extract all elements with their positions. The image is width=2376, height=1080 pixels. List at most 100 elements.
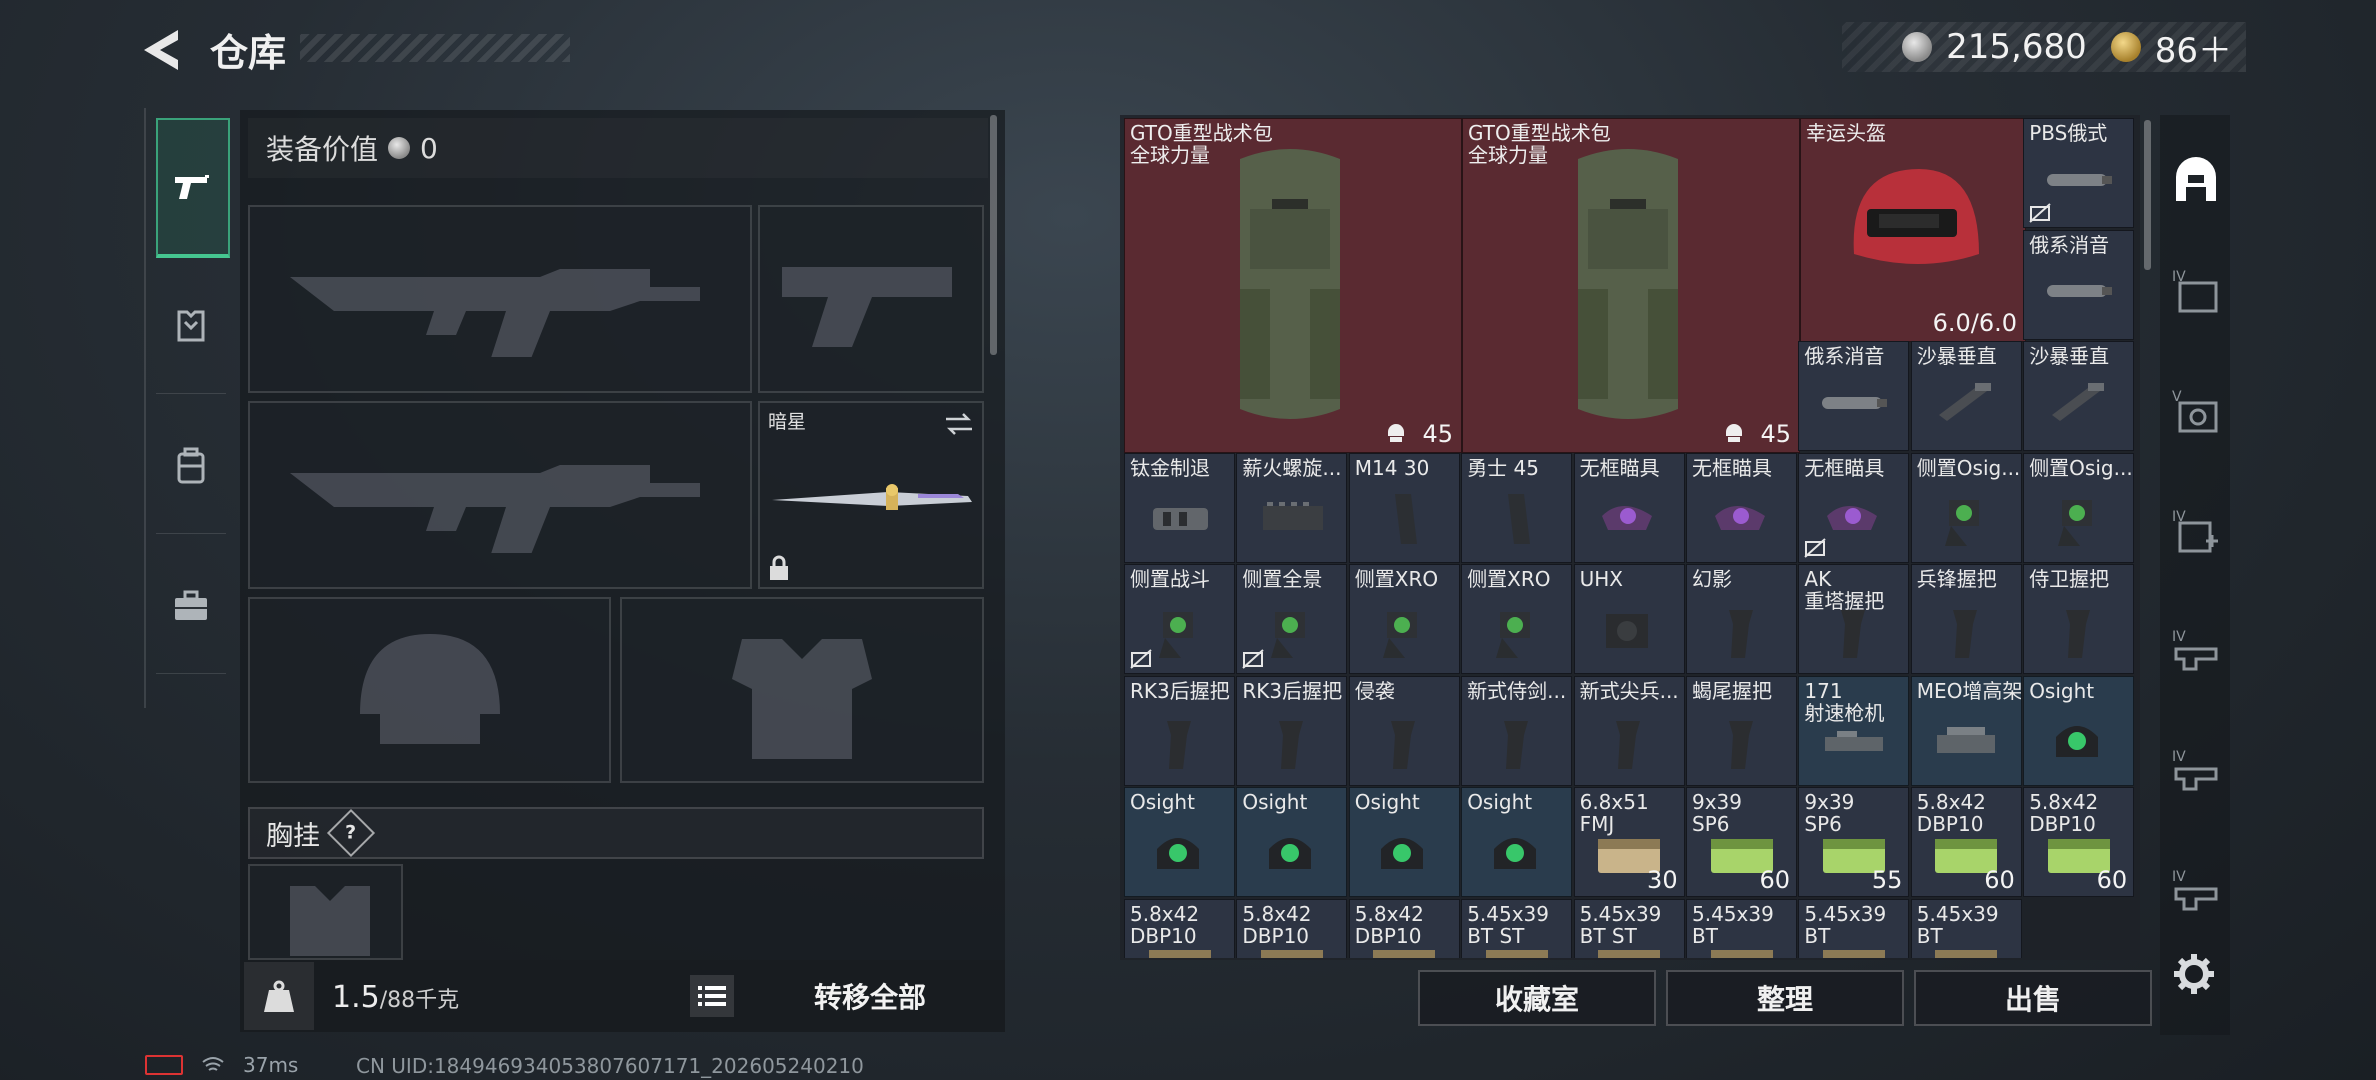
grid-item[interactable]: Osight (1236, 787, 1348, 897)
storage-page-4-icon[interactable]: IV (2170, 625, 2222, 677)
settings-gear-icon[interactable] (2172, 952, 2216, 996)
grid-item[interactable]: 5.45x39 BT ST (1573, 898, 1685, 958)
grid-item[interactable]: 俄系消音 (2023, 229, 2135, 340)
grid-item[interactable]: 侍卫握把 (2023, 564, 2135, 674)
chest-rig-header: 胸挂 ? (248, 807, 984, 859)
grid-item[interactable]: 5.45x39 BT (1686, 898, 1797, 958)
gold-amount[interactable]: 86＋ (2155, 23, 2232, 72)
grid-item[interactable]: 侧置XRO (1461, 564, 1573, 674)
grid-item[interactable]: 5.45x39 BT ST (1461, 898, 1573, 958)
big-item-backpack-2[interactable]: GTO重型战术包 全球力量 45 (1462, 118, 1800, 453)
storage-page-1-icon[interactable]: IV (2170, 265, 2222, 317)
grid-item[interactable]: 勇士 45 (1461, 452, 1573, 563)
grid-item[interactable]: 5.8x42 DBP10 (1124, 898, 1235, 958)
grid-item[interactable]: 侵袭 (1348, 675, 1460, 786)
grid-item[interactable]: 171 射速枪机 (1798, 675, 1910, 786)
grid-item[interactable]: 侧置Osig... (2023, 452, 2135, 563)
armor-slot[interactable] (620, 597, 984, 783)
item-name: 钛金制退 (1130, 455, 1210, 480)
grid-item[interactable]: 9x39 SP6 55 (1798, 787, 1910, 897)
grid-item[interactable]: 无框瞄具 (1573, 452, 1685, 563)
item-name: PBS俄式 (2029, 121, 2108, 145)
secondary-weapon-slot[interactable] (248, 401, 752, 589)
item-name: 侧置Osig... (2029, 455, 2133, 480)
sort-button[interactable]: 整理 (1666, 970, 1904, 1026)
tab-case[interactable] (156, 538, 226, 674)
grid-item[interactable]: UHX (1573, 564, 1685, 674)
grid-item[interactable]: 新式侍剑... (1461, 675, 1573, 786)
ping-value: 37ms (243, 1053, 299, 1077)
melee-slot[interactable]: 暗星 (758, 401, 984, 589)
back-button[interactable] (140, 28, 190, 72)
grid-item[interactable]: PBS俄式 (2023, 118, 2135, 228)
pistol-slot[interactable] (758, 205, 984, 393)
sell-button[interactable]: 出售 (1914, 970, 2152, 1026)
tab-weapons[interactable] (156, 118, 230, 258)
list-view-button[interactable] (690, 975, 734, 1017)
tab-armor[interactable] (156, 258, 226, 394)
storage-page-3-icon[interactable]: IV (2170, 505, 2222, 557)
storage-scrollbar[interactable] (2144, 120, 2151, 270)
grid-item[interactable]: 侧置XRO (1348, 564, 1460, 674)
grid-item[interactable]: 5.8x42 DBP10 (1348, 898, 1460, 958)
transfer-all-button[interactable]: 转移全部 (760, 968, 980, 1024)
grid-item[interactable]: 侧置战斗 (1124, 564, 1235, 674)
item-name: 5.45x39 BT ST (1467, 901, 1550, 948)
grid-item[interactable]: 侧置全景 (1236, 564, 1348, 674)
grid-item[interactable]: M14 30 (1348, 452, 1460, 563)
grid-item[interactable]: 5.8x42 DBP10 60 (1910, 787, 2022, 897)
grid-item[interactable]: Osight (1461, 787, 1573, 897)
big-item-helmet[interactable]: 幸运头盔 6.0/6.0 (1800, 118, 2026, 342)
grid-item[interactable]: 侧置Osig... (1910, 452, 2022, 563)
storage-page-6-icon[interactable]: IV (2170, 865, 2222, 917)
item-name: 俄系消音 (1804, 344, 1885, 368)
grid-item[interactable]: Osight (1348, 787, 1460, 897)
grid-item[interactable]: 新式尖兵... (1573, 675, 1685, 786)
grid-item[interactable]: Osight (1124, 787, 1235, 897)
equipment-scrollbar[interactable] (990, 115, 997, 355)
grid-item[interactable]: 幻影 (1686, 564, 1797, 674)
grid-item[interactable]: AK 重塔握把 (1798, 564, 1910, 674)
chest-rig-slot[interactable] (248, 864, 403, 960)
grid-item[interactable]: RK3后握把 (1236, 675, 1348, 786)
item-name: Osight (1467, 790, 1533, 814)
grid-item[interactable]: 沙暴垂直 (2023, 341, 2135, 451)
grid-item[interactable]: 俄系消音 (1798, 341, 1910, 451)
grid-item[interactable]: 兵锋握把 (1910, 564, 2022, 674)
grid-item[interactable]: 无框瞄具 (1798, 452, 1910, 563)
big-item-backpack-1[interactable]: GTO重型战术包 全球力量 45 (1124, 118, 1462, 453)
grid-item[interactable]: 钛金制退 (1124, 452, 1235, 563)
grid-item[interactable]: 9x39 SP6 60 (1686, 787, 1797, 897)
chest-rig-label: 胸挂 (266, 820, 320, 852)
help-icon[interactable]: ? (326, 808, 376, 858)
grid-item[interactable]: Osight (2023, 675, 2135, 786)
equipment-value-row: 装备价值 0 (248, 118, 988, 178)
reddot-icon (1826, 506, 1877, 531)
grid-item[interactable]: 薪火螺旋... (1236, 452, 1348, 563)
grid-item[interactable]: 无框瞄具 (1686, 452, 1797, 563)
grid-item[interactable]: 6.8x51 FMJ 30 (1573, 787, 1685, 897)
tab-backpack[interactable] (156, 398, 226, 534)
sight-icon (1945, 500, 1980, 547)
grid-item[interactable]: 5.45x39 BT (1798, 898, 1910, 958)
grid-item[interactable]: MEO增高架 (1910, 675, 2022, 786)
item-name: 侧置战斗 (1130, 567, 1210, 591)
collection-room-button[interactable]: 收藏室 (1418, 970, 1656, 1026)
storage-page-5-icon[interactable]: IV (2170, 745, 2222, 797)
storage-page-2-icon[interactable]: V (2170, 385, 2222, 437)
pgrip-icon (1728, 721, 1753, 770)
helmet-slot[interactable] (248, 597, 611, 783)
item-name: RK3后握把 (1130, 678, 1230, 703)
item-name: RK3后握把 (1242, 678, 1343, 703)
grid-item[interactable]: 沙暴垂直 (1910, 341, 2022, 451)
grid-item[interactable]: 5.45x39 BT (1910, 898, 2022, 958)
grid-item[interactable]: 5.8x42 DBP10 60 (2023, 787, 2135, 897)
grid-item[interactable]: 5.8x42 DBP10 (1236, 898, 1348, 958)
grid-item[interactable]: RK3后握把 (1124, 675, 1235, 786)
helmet-icon (1853, 169, 1979, 264)
primary-weapon-slot[interactable] (248, 205, 752, 393)
storage-home-icon[interactable] (2170, 155, 2222, 207)
grid-item[interactable]: 蝎尾握把 (1686, 675, 1797, 786)
item-name: 俄系消音 (2029, 232, 2110, 257)
swap-icon[interactable] (944, 411, 974, 437)
